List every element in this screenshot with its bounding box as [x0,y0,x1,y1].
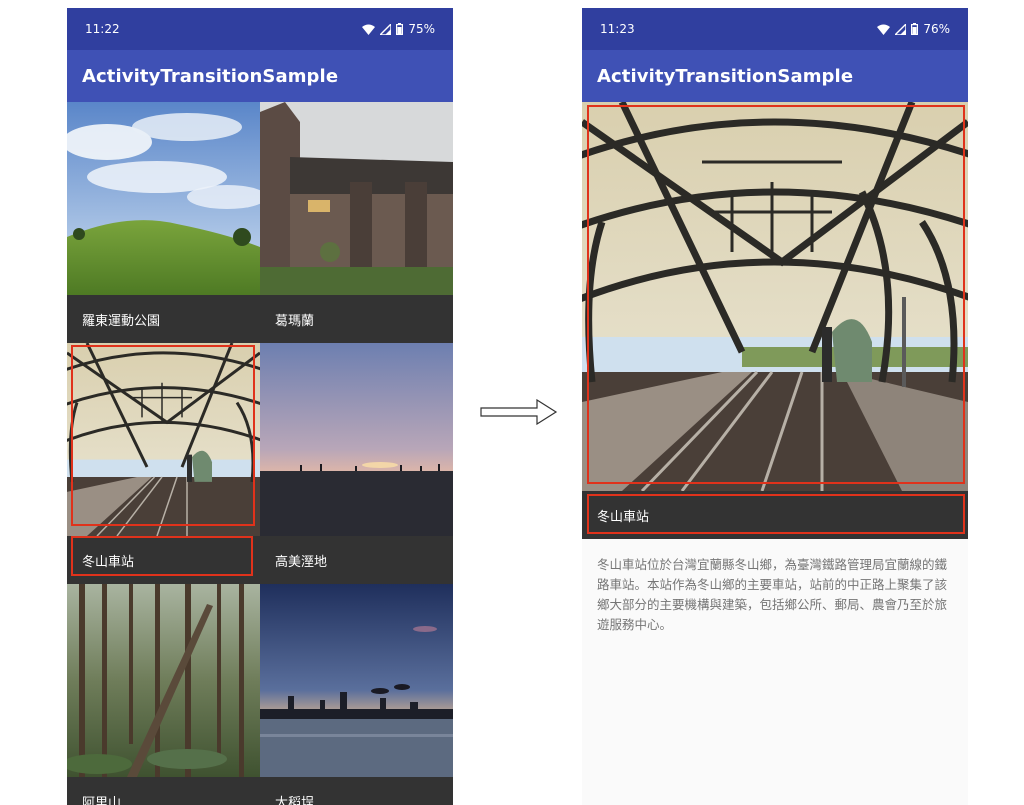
grid-caption: 大稻埕 [260,777,453,805]
battery-icon [396,23,404,35]
status-bar: 11:22 75% [67,8,453,50]
status-time: 11:23 [600,22,635,36]
wifi-icon [877,24,891,35]
detail-description: 冬山車站位於台灣宜蘭縣冬山鄉，為臺灣鐵路管理局宜蘭線的鐵路車站。本站作為冬山鄉的… [597,557,948,632]
photo-grid: 羅東運動公園 葛瑪蘭 冬山車站 高美溼地 阿里山 大稻埕 [67,102,453,805]
grid-caption: 冬山車站 [67,536,260,584]
grid-item-gaomei-wetland[interactable]: 高美溼地 [260,343,453,584]
grid-item-dadaocheng[interactable]: 大稻埕 [260,584,453,805]
status-icons: 76% [877,22,950,36]
status-bar: 11:23 76% [582,8,968,50]
detail-caption-text: 冬山車站 [597,509,650,525]
battery-level: 75% [408,22,435,36]
grid-caption: 高美溼地 [260,536,453,584]
right-arrow-icon [480,399,558,425]
forest-photo [67,584,260,777]
grid-item-kavalan[interactable]: 葛瑪蘭 [260,102,453,343]
signal-icon [380,23,392,35]
status-icons: 75% [362,22,435,36]
grassy-hill-photo [67,102,260,295]
brick-building-photo [260,102,453,295]
grid-caption: 葛瑪蘭 [260,295,453,343]
detail-photo [582,102,968,491]
grid-item-dongshan-station[interactable]: 冬山車站 [67,343,260,584]
wifi-icon [362,24,376,35]
detail-caption: 冬山車站 [582,491,968,539]
train-station-photo [582,102,968,491]
app-bar: ActivityTransitionSample [582,50,968,102]
grid-item-alishan[interactable]: 阿里山 [67,584,260,805]
wetland-sunset-photo [260,343,453,536]
train-station-photo [67,343,260,536]
detail-screen: 11:23 76% ActivityTransitionSample 冬山車站 … [582,8,968,805]
city-skyline-dusk-photo [260,584,453,777]
list-screen: 11:22 75% ActivityTransitionSample 羅東運動公… [67,8,453,805]
status-time: 11:22 [85,22,120,36]
battery-level: 76% [923,22,950,36]
grid-item-luodong-park[interactable]: 羅東運動公園 [67,102,260,343]
app-bar: ActivityTransitionSample [67,50,453,102]
battery-icon [911,23,919,35]
grid-caption: 羅東運動公園 [67,295,260,343]
signal-icon [895,23,907,35]
grid-caption: 阿里山 [67,777,260,805]
app-title: ActivityTransitionSample [82,65,339,87]
app-title: ActivityTransitionSample [597,65,854,87]
